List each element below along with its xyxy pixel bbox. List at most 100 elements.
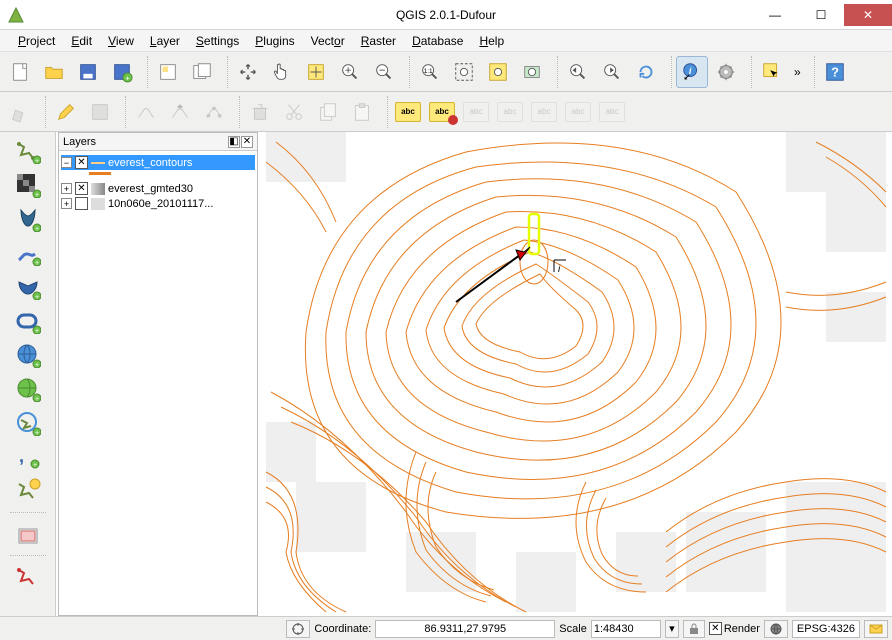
label-layer-button[interactable]: abc <box>392 96 424 128</box>
layers-tree[interactable]: − ✕ everest_contours + ✕ everest_gmted30… <box>59 151 257 615</box>
current-edits-button[interactable] <box>4 96 36 128</box>
map-canvas[interactable]: i <box>260 132 892 616</box>
zoom-layer-button[interactable] <box>516 56 548 88</box>
minimize-button[interactable]: — <box>752 4 798 26</box>
pan-selection-button[interactable] <box>266 56 298 88</box>
save-edits-button[interactable] <box>84 96 116 128</box>
tree-collapse-icon[interactable]: − <box>61 157 72 168</box>
add-oracle-layer-button[interactable]: + <box>10 306 46 336</box>
menu-view[interactable]: View <box>102 32 140 50</box>
add-spatialite-layer-button[interactable]: + <box>10 238 46 268</box>
add-wcs-layer-button[interactable]: + <box>10 374 46 404</box>
add-feature-button[interactable] <box>130 96 162 128</box>
new-shapefile-button[interactable] <box>10 476 46 506</box>
svg-text:?: ? <box>831 64 839 79</box>
menu-layer[interactable]: Layer <box>144 32 186 50</box>
label-settings-button[interactable]: abc <box>426 96 458 128</box>
svg-text:+: + <box>34 260 38 266</box>
layers-panel: Layers ◧ ✕ − ✕ everest_contours + ✕ ever… <box>58 132 258 616</box>
cut-button[interactable] <box>278 96 310 128</box>
add-delimited-text-button[interactable]: ,+ <box>10 442 46 472</box>
zoom-full-button[interactable] <box>448 56 480 88</box>
map-svg: i <box>260 132 892 616</box>
label-show-button[interactable]: abc <box>528 96 560 128</box>
copy-button[interactable] <box>312 96 344 128</box>
layers-panel-close-button[interactable]: ✕ <box>241 136 253 148</box>
new-project-button[interactable] <box>4 56 36 88</box>
menu-project[interactable]: Project <box>12 32 61 50</box>
save-as-button[interactable]: + <box>106 56 138 88</box>
menu-help[interactable]: Help <box>473 32 510 50</box>
label-pin-button[interactable]: abc <box>494 96 526 128</box>
zoom-in-button[interactable] <box>334 56 366 88</box>
tree-expand-icon[interactable]: + <box>61 183 72 194</box>
layer-visibility-checkbox[interactable]: ✕ <box>75 156 88 169</box>
new-composer-button[interactable] <box>152 56 184 88</box>
node-tool-button[interactable] <box>198 96 230 128</box>
gps-button[interactable] <box>10 562 46 592</box>
tree-expand-icon[interactable]: + <box>61 198 72 209</box>
select-button[interactable] <box>756 56 788 88</box>
composer-manager-button[interactable] <box>186 56 218 88</box>
label-highlight-button[interactable]: abc <box>460 96 492 128</box>
layer-swatch-icon <box>91 198 105 210</box>
render-toggle[interactable]: ✕ Render <box>709 622 760 635</box>
zoom-last-button[interactable] <box>562 56 594 88</box>
maximize-button[interactable]: ☐ <box>798 4 844 26</box>
label-rotate-button[interactable]: abc <box>596 96 628 128</box>
add-vector-layer-button[interactable]: + <box>10 136 46 166</box>
scale-dropdown-button[interactable]: ▾ <box>665 620 679 638</box>
zoom-out-button[interactable] <box>368 56 400 88</box>
layer-label: 10n060e_20101117... <box>108 198 213 210</box>
annotation-arrow <box>456 247 530 302</box>
label-move-button[interactable]: abc <box>562 96 594 128</box>
open-project-button[interactable] <box>38 56 70 88</box>
toolbar-overflow[interactable]: » <box>790 65 805 79</box>
add-wms-layer-button[interactable]: + <box>10 340 46 370</box>
close-button[interactable]: ✕ <box>844 4 892 26</box>
scale-input[interactable] <box>591 620 661 638</box>
add-postgis-layer-button[interactable]: + <box>10 204 46 234</box>
layer-row-contours[interactable]: − ✕ everest_contours <box>61 155 255 170</box>
zoom-native-button[interactable]: 1:1 <box>414 56 446 88</box>
layer-row-gmted[interactable]: + ✕ everest_gmted30 <box>61 181 255 196</box>
svg-text:+: + <box>34 430 38 436</box>
toggle-extents-button[interactable] <box>286 620 310 638</box>
selected-feature <box>529 214 539 254</box>
layer-row-10n060e[interactable]: + ✕ 10n060e_20101117... <box>61 196 255 211</box>
toggle-editing-button[interactable] <box>50 96 82 128</box>
menu-plugins[interactable]: Plugins <box>249 32 300 50</box>
pan-button[interactable] <box>232 56 264 88</box>
add-raster-layer-button[interactable]: + <box>10 170 46 200</box>
help-button[interactable]: ? <box>819 56 851 88</box>
menu-settings[interactable]: Settings <box>190 32 245 50</box>
layers-panel-undock-button[interactable]: ◧ <box>228 136 240 148</box>
delete-selected-button[interactable] <box>244 96 276 128</box>
menu-raster[interactable]: Raster <box>355 32 402 50</box>
menu-edit[interactable]: Edit <box>65 32 98 50</box>
add-mssql-layer-button[interactable]: + <box>10 272 46 302</box>
menu-vector[interactable]: Vector <box>305 32 351 50</box>
layer-label: everest_contours <box>108 157 192 169</box>
move-feature-button[interactable] <box>164 96 196 128</box>
coordinate-input[interactable] <box>375 620 555 638</box>
refresh-button[interactable] <box>630 56 662 88</box>
identify-button[interactable]: i <box>676 56 708 88</box>
zoom-selection-button[interactable] <box>482 56 514 88</box>
add-wfs-layer-button[interactable]: + <box>10 408 46 438</box>
workspace: + + + + + + + + + ,+ Layers ◧ ✕ − ✕ ev <box>0 132 892 616</box>
layer-visibility-checkbox[interactable]: ✕ <box>75 182 88 195</box>
remove-layer-button[interactable] <box>10 519 46 549</box>
scale-lock-button[interactable] <box>683 620 705 638</box>
svg-text:+: + <box>125 73 129 82</box>
messages-button[interactable] <box>864 620 888 638</box>
zoom-next-button[interactable] <box>596 56 628 88</box>
menu-database[interactable]: Database <box>406 32 469 50</box>
options-button[interactable] <box>710 56 742 88</box>
paste-button[interactable] <box>346 96 378 128</box>
layer-visibility-checkbox[interactable]: ✕ <box>75 197 88 210</box>
save-project-button[interactable] <box>72 56 104 88</box>
main-toolbar: + 1:1 i » ? <box>0 52 892 92</box>
pan-to-selection-button[interactable] <box>300 56 332 88</box>
crs-button[interactable] <box>764 620 788 638</box>
